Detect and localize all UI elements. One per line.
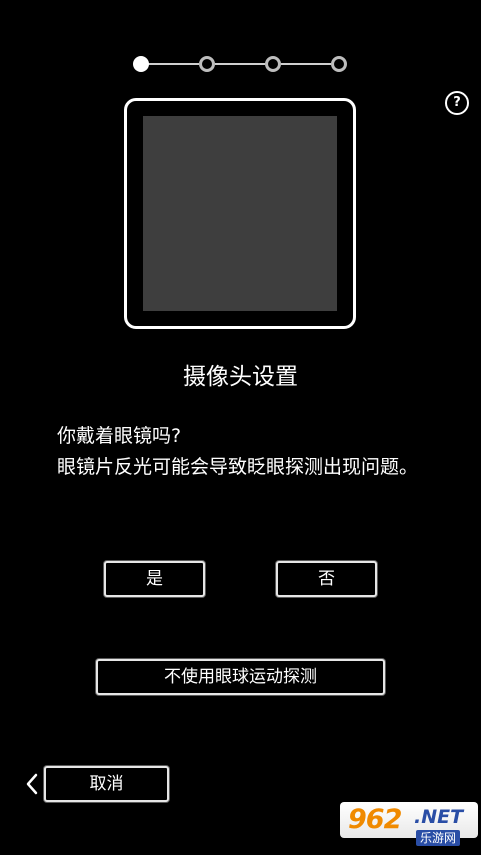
step-dot-4 — [331, 56, 347, 72]
watermark-number: 962 — [348, 804, 402, 835]
watermark-suffix: .NET — [414, 806, 464, 828]
question-line-1: 你戴着眼镜吗? — [57, 425, 182, 447]
disable-eye-tracking-button[interactable]: 不使用眼球运动探测 — [96, 659, 385, 695]
step-dot-1 — [133, 56, 149, 72]
yes-button[interactable]: 是 — [104, 561, 205, 597]
no-button[interactable]: 否 — [276, 561, 377, 597]
watermark-site-name: 乐游网 — [416, 830, 461, 846]
camera-preview-frame — [124, 98, 356, 329]
glasses-question: 你戴着眼镜吗? 眼镜片反光可能会导致眨眼探测出现问题。 — [57, 421, 437, 483]
step-dot-2 — [199, 56, 215, 72]
page-title: 摄像头设置 — [183, 364, 298, 390]
step-progress-indicator — [131, 53, 349, 75]
step-dot-3 — [265, 56, 281, 72]
cancel-button[interactable]: 取消 — [44, 766, 169, 802]
chevron-left-icon[interactable] — [22, 771, 42, 797]
watermark-logo: 962 .NET 乐游网 — [340, 802, 478, 852]
question-line-2: 眼镜片反光可能会导致眨眼探测出现问题。 — [57, 456, 419, 478]
camera-preview — [143, 116, 337, 311]
help-icon[interactable]: ? — [445, 91, 469, 115]
